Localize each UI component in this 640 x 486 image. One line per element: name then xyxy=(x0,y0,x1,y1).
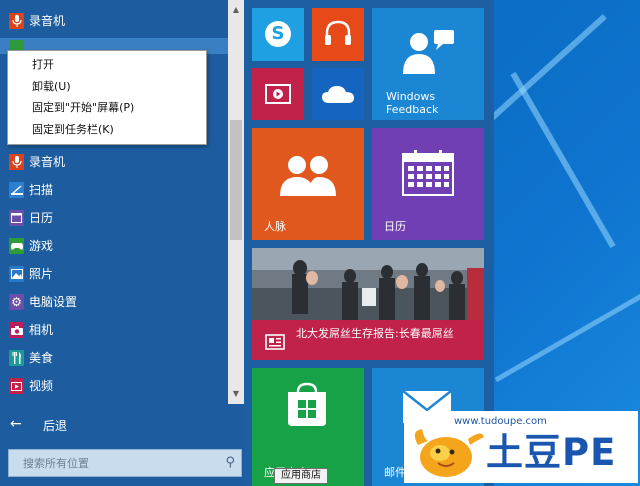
tile-label: 人脉 xyxy=(264,220,286,233)
tile-onedrive[interactable] xyxy=(312,68,364,120)
app-item-recorder-top[interactable]: 录音机 xyxy=(0,7,228,35)
tile-tooltip: 应用商店 xyxy=(274,468,328,484)
camera-icon xyxy=(9,322,24,338)
search-input[interactable] xyxy=(9,450,209,476)
feedback-chat-icon xyxy=(403,30,454,74)
tile-label: 日历 xyxy=(384,220,406,233)
tile-video[interactable] xyxy=(252,68,304,120)
potato-mascot-logo xyxy=(414,429,484,477)
skype-icon: S xyxy=(265,21,291,47)
tile-label: 邮件 xyxy=(384,466,406,479)
app-item-video[interactable]: 视频 xyxy=(0,372,228,400)
app-item-food[interactable]: 美食 xyxy=(0,344,228,372)
context-menu-item-uninstall[interactable]: 卸载(U) xyxy=(32,80,71,94)
watermark: www.tudoupe.com 土豆PE xyxy=(404,411,638,483)
news-icon xyxy=(265,334,285,350)
app-item-label: 日历 xyxy=(29,211,54,225)
scroll-down-icon[interactable]: ▼ xyxy=(228,386,244,402)
app-item-games[interactable]: 游戏 xyxy=(0,232,228,260)
tile-label-line2: Feedback xyxy=(386,103,439,116)
app-item-photos[interactable]: 照片 xyxy=(0,260,228,288)
video-player-icon xyxy=(265,84,291,104)
news-photo xyxy=(252,248,484,320)
search-icon[interactable]: ⚲ xyxy=(225,455,235,470)
app-item-label: 录音机 xyxy=(29,155,66,169)
search-box[interactable]: ⚲ xyxy=(8,449,242,477)
microphone-icon xyxy=(9,13,24,29)
tile-calendar[interactable]: 日历 xyxy=(372,128,484,240)
store-icon xyxy=(288,382,326,426)
app-item-label: 游戏 xyxy=(29,239,54,253)
tile-label-line1: Windows xyxy=(386,90,436,103)
news-headline: 北大发屌丝生存报告:长春最屌丝 xyxy=(296,327,454,340)
calendar-icon xyxy=(9,210,24,226)
fork-knife-icon xyxy=(9,350,24,366)
watermark-brand: 土豆PE xyxy=(486,431,617,474)
back-label: 后退 xyxy=(43,419,68,433)
app-item-label: 电脑设置 xyxy=(29,295,78,309)
context-menu-item-pin-start[interactable]: 固定到"开始"屏幕(P) xyxy=(32,101,134,115)
back-arrow-icon: ← xyxy=(10,416,22,432)
scroll-thumb[interactable] xyxy=(230,120,242,240)
app-item-label: 扫描 xyxy=(29,183,54,197)
scroll-up-icon[interactable]: ▲ xyxy=(228,2,244,18)
tile-music[interactable] xyxy=(312,8,364,61)
video-icon xyxy=(9,378,24,394)
gear-icon: ⚙ xyxy=(9,294,24,310)
headphones-icon xyxy=(325,20,351,45)
context-menu: 打开 卸载(U) 固定到"开始"屏幕(P) 固定到任务栏(K) xyxy=(7,50,207,145)
app-item-label: 相机 xyxy=(29,323,54,337)
app-item-scan[interactable]: 扫描 xyxy=(0,176,228,204)
calendar-grid-icon xyxy=(402,150,454,196)
people-icon xyxy=(280,156,336,196)
app-item-label: 照片 xyxy=(29,267,54,281)
controller-icon xyxy=(9,238,24,254)
app-item-label: 录音机 xyxy=(29,14,66,28)
tile-people[interactable]: 人脉 xyxy=(252,128,364,240)
tile-news[interactable]: 北大发屌丝生存报告:长春最屌丝 xyxy=(252,248,484,360)
tile-skype[interactable]: S xyxy=(252,8,304,61)
app-list-scrollbar[interactable]: ▲ ▼ xyxy=(228,0,244,404)
cloud-icon xyxy=(322,86,354,103)
app-item-label: 视频 xyxy=(29,379,54,393)
desktop-light-beam xyxy=(510,71,616,249)
photo-icon xyxy=(9,266,24,282)
app-item-label: 美食 xyxy=(29,351,54,365)
app-item-recorder[interactable]: 录音机 xyxy=(0,148,228,176)
tile-windows-feedback[interactable]: Windows Feedback xyxy=(372,8,484,120)
scanner-icon xyxy=(9,182,24,198)
context-menu-item-open[interactable]: 打开 xyxy=(32,58,54,72)
back-button[interactable]: ← 后退 xyxy=(8,414,228,436)
app-item-calendar[interactable]: 日历 xyxy=(0,204,228,232)
app-item-pc-settings[interactable]: ⚙ 电脑设置 xyxy=(0,288,228,316)
desktop-light-beam xyxy=(494,277,640,383)
microphone-icon xyxy=(9,154,24,170)
context-menu-item-pin-taskbar[interactable]: 固定到任务栏(K) xyxy=(32,123,114,137)
app-item-camera[interactable]: 相机 xyxy=(0,316,228,344)
